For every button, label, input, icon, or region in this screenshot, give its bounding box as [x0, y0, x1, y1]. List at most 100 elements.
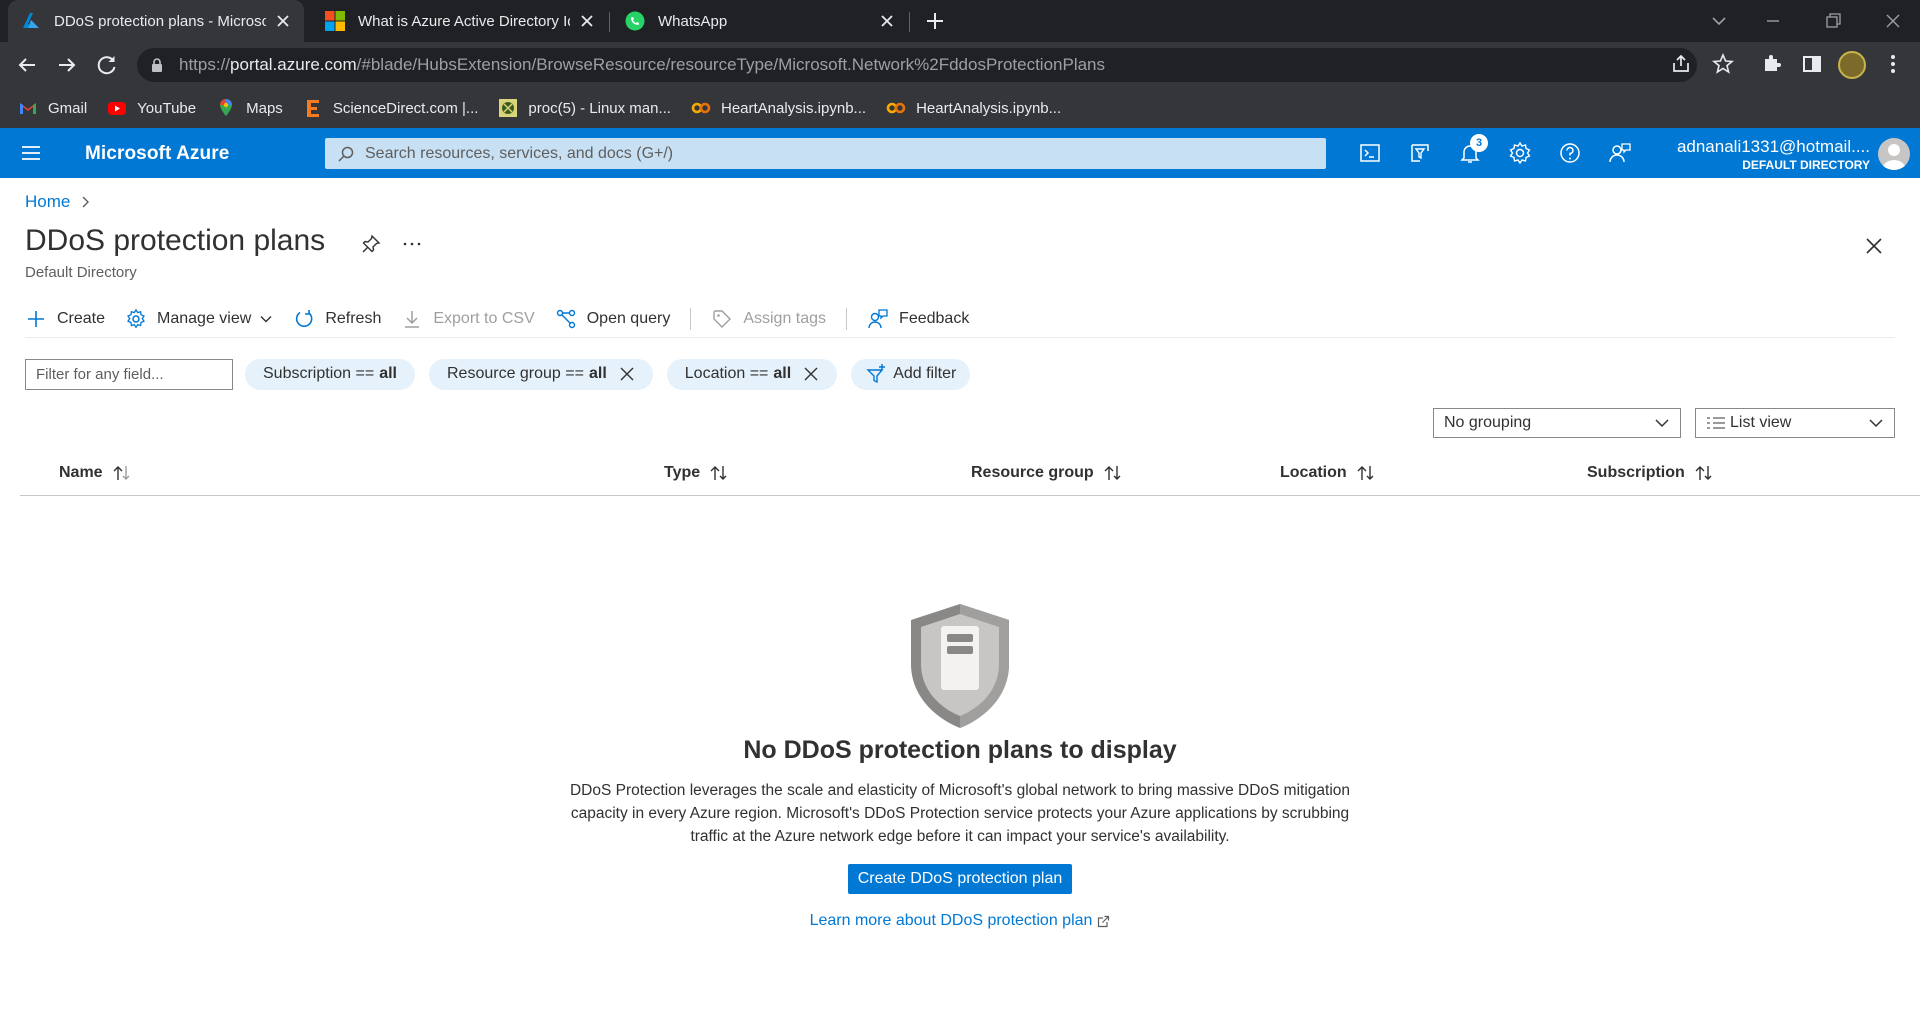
description-line: traffic at the Azure network edge before… — [690, 828, 1230, 845]
filter-label: Subscription == — [263, 365, 375, 382]
refresh-button[interactable]: Refresh — [293, 308, 381, 330]
pin-icon[interactable] — [360, 233, 382, 255]
tab-ddos-protection-plans[interactable]: DDoS protection plans - Microso — [8, 0, 304, 42]
query-graph-icon — [556, 309, 575, 328]
column-header-location[interactable]: Location — [1280, 464, 1377, 482]
command-bar: Create Manage view Refresh Export to CSV… — [25, 300, 1895, 338]
window-close-icon[interactable] — [1880, 8, 1906, 34]
resource-group-filter-pill[interactable]: Resource group == all — [428, 358, 653, 390]
help-question-icon[interactable] — [1557, 140, 1583, 166]
ddos-shield-icon — [911, 604, 1009, 728]
bookmark-youtube[interactable]: YouTube — [107, 98, 196, 118]
column-header-type[interactable]: Type — [664, 464, 730, 482]
create-label: Create — [57, 309, 106, 327]
remove-filter-icon[interactable] — [803, 366, 819, 382]
minimize-icon[interactable] — [1760, 8, 1786, 34]
add-filter-button[interactable]: Add filter — [851, 358, 971, 390]
youtube-icon — [108, 102, 127, 115]
colab-icon — [886, 102, 906, 114]
notification-count-badge: 3 — [1470, 134, 1488, 152]
close-icon[interactable] — [1862, 234, 1886, 258]
azure-global-search[interactable] — [325, 138, 1326, 169]
sort-icon — [710, 466, 727, 480]
azure-brand[interactable]: Microsoft Azure — [85, 143, 229, 165]
user-silhouette-icon — [1882, 144, 1906, 170]
lock-icon[interactable] — [149, 57, 165, 73]
location-filter-pill[interactable]: Location == all — [666, 358, 838, 390]
breadcrumb-home-link[interactable]: Home — [25, 192, 70, 212]
feedback-button[interactable]: Feedback — [867, 308, 969, 330]
tab-whatsapp[interactable]: WhatsApp — [612, 0, 908, 42]
chrome-profile-avatar[interactable] — [1838, 51, 1866, 79]
url-text: https://portal.azure.com/#blade/HubsExte… — [179, 55, 1105, 75]
subscription-filter-pill[interactable]: Subscription == all — [245, 358, 415, 390]
column-header-resource-group[interactable]: Resource group — [971, 464, 1124, 482]
column-header-name[interactable]: Name — [59, 464, 133, 482]
feedback-person-icon[interactable] — [1607, 140, 1633, 166]
bookmark-sciencedirect[interactable]: ScienceDirect.com |... — [303, 98, 479, 118]
tab-title: WhatsApp — [658, 12, 728, 30]
search-input[interactable] — [365, 144, 1265, 163]
share-icon[interactable] — [1668, 51, 1694, 77]
bookmark-label: ScienceDirect.com |... — [332, 99, 479, 117]
filter-label: Resource group == — [446, 365, 584, 382]
extensions-puzzle-icon[interactable] — [1759, 51, 1785, 77]
learn-more-link[interactable]: Learn more about DDoS protection plan — [0, 912, 1920, 930]
address-bar[interactable]: https://portal.azure.com/#blade/HubsExte… — [137, 48, 1697, 82]
tab-azure-active-directory[interactable]: What is Azure Active Directory Id — [312, 0, 608, 42]
restore-icon[interactable] — [1820, 8, 1846, 34]
tab-close-icon[interactable] — [578, 12, 596, 30]
tab-search-chevron-icon[interactable] — [1706, 8, 1732, 34]
breadcrumb: Home — [25, 192, 92, 212]
grouping-dropdown[interactable]: No grouping — [1433, 408, 1681, 438]
manage-view-label: Manage view — [157, 309, 252, 327]
sort-icon — [1104, 466, 1121, 480]
export-csv-button[interactable]: Export to CSV — [401, 308, 535, 330]
remove-filter-icon[interactable] — [619, 366, 635, 382]
chrome-menu-icon[interactable] — [1880, 51, 1906, 77]
bookmark-star-icon[interactable] — [1710, 51, 1736, 77]
open-query-button[interactable]: Open query — [555, 308, 670, 330]
description-line: DDoS Protection leverages the scale and … — [569, 782, 1351, 799]
empty-state-description: DDoS Protection leverages the scale and … — [545, 779, 1375, 848]
column-header-subscription[interactable]: Subscription — [1587, 464, 1715, 482]
assign-tags-button[interactable]: Assign tags — [711, 308, 826, 330]
bookmark-gmail[interactable]: Gmail — [18, 98, 87, 118]
directory-filter-icon[interactable] — [1407, 140, 1433, 166]
cloud-shell-icon[interactable] — [1357, 140, 1383, 166]
sort-ascending-icon — [113, 466, 130, 480]
tab-close-icon[interactable] — [274, 12, 292, 30]
list-view-icon — [1707, 417, 1725, 429]
hamburger-menu-icon[interactable] — [20, 142, 42, 164]
tag-icon — [713, 309, 732, 328]
settings-gear-icon[interactable] — [1507, 140, 1533, 166]
more-ellipsis-icon[interactable] — [400, 233, 424, 255]
new-tab-plus-icon[interactable] — [922, 8, 948, 34]
add-filter-label: Add filter — [893, 365, 957, 382]
view-dropdown[interactable]: List view — [1695, 408, 1895, 438]
download-icon — [405, 310, 420, 328]
bookmark-proc5[interactable]: proc(5) - Linux man... — [498, 98, 671, 118]
back-arrow-icon[interactable] — [13, 51, 41, 79]
bookmark-label: proc(5) - Linux man... — [528, 99, 671, 117]
tab-close-icon[interactable] — [878, 12, 896, 30]
filter-input[interactable] — [25, 358, 233, 390]
bookmark-label: Maps — [246, 99, 283, 117]
browser-toolbar: https://portal.azure.com/#blade/HubsExte… — [0, 42, 1920, 88]
manage-view-button[interactable]: Manage view — [125, 308, 273, 330]
bookmark-heartanalysis-1[interactable]: HeartAnalysis.ipynb... — [691, 98, 866, 118]
create-ddos-plan-button[interactable]: Create DDoS protection plan — [847, 864, 1073, 894]
create-button[interactable]: Create — [25, 308, 105, 330]
account-avatar[interactable] — [1878, 138, 1910, 170]
side-panel-icon[interactable] — [1799, 51, 1825, 77]
refresh-label: Refresh — [325, 309, 382, 327]
export-csv-label: Export to CSV — [433, 309, 535, 327]
chevron-down-icon — [260, 315, 272, 322]
bookmark-maps[interactable]: Maps — [216, 98, 283, 118]
account-info[interactable]: adnanali1331@hotmail.... DEFAULT DIRECTO… — [1677, 137, 1870, 172]
bookmark-heartanalysis-2[interactable]: HeartAnalysis.ipynb... — [886, 98, 1061, 118]
chevron-down-icon — [1869, 419, 1883, 428]
reload-icon[interactable] — [93, 51, 121, 79]
forward-arrow-icon[interactable] — [53, 51, 81, 79]
filter-label: Location == — [684, 365, 769, 382]
